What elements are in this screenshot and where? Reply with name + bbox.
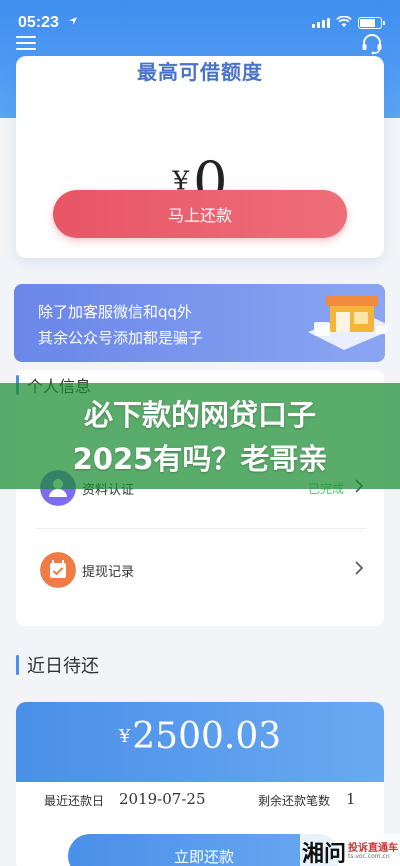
customer-service-headset-icon[interactable]	[360, 32, 384, 56]
recent-due-title: 近日待还	[27, 656, 99, 677]
menu-icon[interactable]	[16, 36, 36, 54]
repayment-amount-value: 2500.03	[132, 716, 282, 757]
remaining-count-label: 剩余还款笔数	[258, 794, 331, 808]
overlay-line-1: 必下款的网贷口子	[83, 398, 316, 432]
status-time: 05:23	[18, 14, 59, 31]
battery-charging-icon	[358, 17, 385, 29]
anti-fraud-banner[interactable]: 除了加客服微信和qq外 其余公众号添加都是骗子	[14, 284, 396, 362]
watermark-main: 湘问	[302, 842, 347, 866]
due-date-label: 最近还款日	[44, 794, 105, 808]
overlay-line-2: 2025有吗？老哥亲	[72, 442, 328, 476]
watermark-sub-2: ts.voc.com.cn	[348, 853, 390, 860]
currency-symbol: ¥	[118, 726, 131, 747]
credit-limit-card: 最高可借额度 ¥0 马上还款	[16, 56, 384, 258]
banner-line-2: 其余公众号添加都是骗子	[38, 329, 204, 347]
due-date-value: 2019-07-25	[119, 790, 206, 808]
wifi-icon	[336, 16, 352, 27]
chevron-right-icon	[355, 561, 364, 575]
signal-icon	[312, 18, 330, 28]
repay-now-button[interactable]: 马上还款	[53, 190, 347, 238]
recent-due-header: 近日待还	[16, 652, 99, 678]
credit-limit-title: 最高可借额度	[137, 60, 263, 84]
watermark-logo: 湘问 投诉直通车 ts.voc.com.cn	[300, 834, 400, 866]
location-arrow-icon	[69, 17, 77, 25]
banner-line-1: 除了加客服微信和qq外	[38, 303, 193, 321]
divider	[36, 528, 366, 529]
calendar-record-icon	[40, 552, 76, 588]
article-title-overlay: 必下款的网贷口子 2025有吗？老哥亲	[0, 383, 400, 489]
status-bar: 05:23	[0, 0, 400, 44]
repayment-amount-panel: ¥2500.03	[16, 702, 384, 782]
section-accent-bar	[16, 655, 19, 675]
list-item-label: 提现记录	[82, 565, 135, 580]
shop-illustration-icon	[308, 296, 396, 350]
watermark-sub-1: 投诉直通车	[348, 843, 398, 854]
repayment-amount: ¥2500.03	[16, 716, 384, 757]
list-item-withdrawal-records[interactable]: 提现记录	[16, 540, 384, 600]
remaining-count-value: 1	[346, 790, 356, 808]
